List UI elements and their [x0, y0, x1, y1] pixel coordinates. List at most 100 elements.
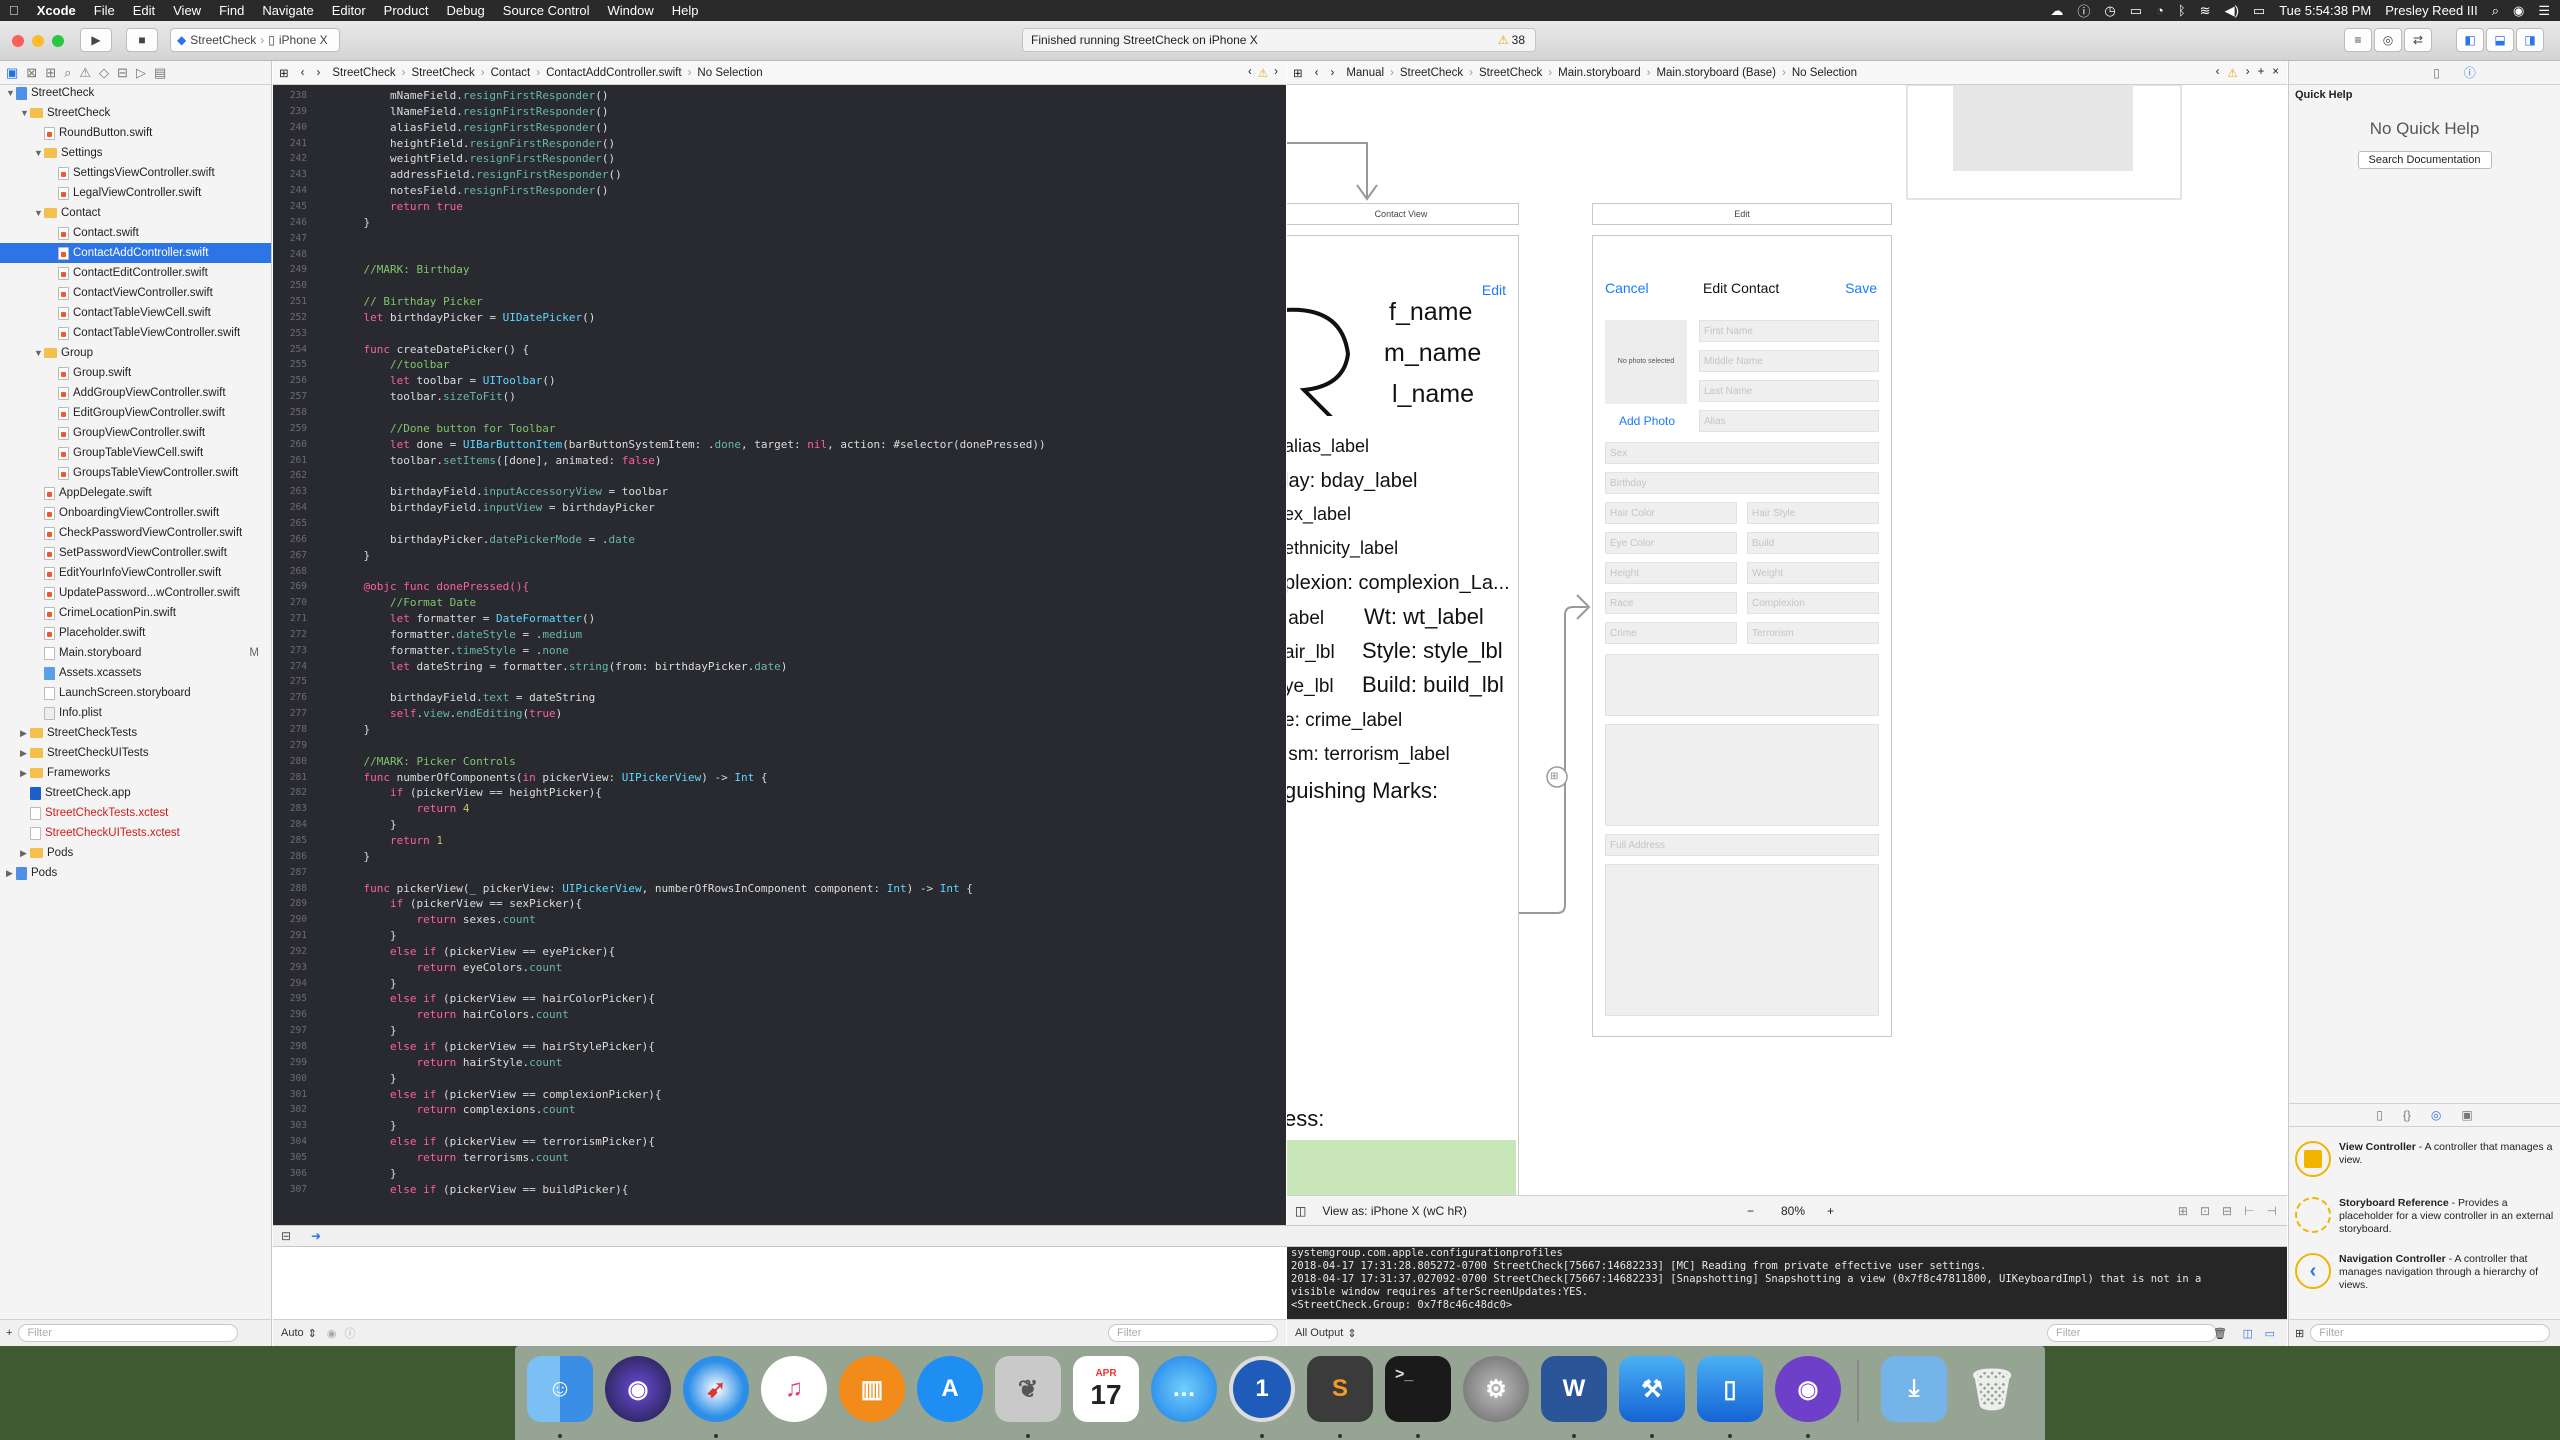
downloads-folder-icon[interactable]: ⤓: [1881, 1356, 1947, 1422]
code-line[interactable]: // Birthday Picker: [337, 295, 482, 308]
close-icon[interactable]: ×: [2272, 66, 2279, 80]
warning-icon[interactable]: ⚠: [1258, 66, 1268, 80]
menu-source-control[interactable]: Source Control: [494, 3, 599, 18]
navigator-file[interactable]: SetPasswordViewController.swift: [0, 543, 271, 563]
simulator-icon[interactable]: ▯: [1697, 1356, 1763, 1422]
align-icon[interactable]: ⊟: [2222, 1204, 2232, 1218]
back-icon[interactable]: ‹: [1309, 67, 1325, 79]
add-photo-button[interactable]: Add Photo: [1619, 414, 1675, 428]
update-frames-icon[interactable]: ⊞: [2178, 1204, 2188, 1218]
siri-icon[interactable]: ◉: [2513, 3, 2524, 19]
version-editor-button[interactable]: ⇄: [2404, 28, 2432, 52]
next-issue-icon[interactable]: ›: [2246, 66, 2250, 80]
navigator-group[interactable]: ▶ Pods: [0, 843, 271, 863]
file-inspector-icon[interactable]: ▯: [2433, 66, 2440, 80]
code-line[interactable]: return eyeColors.count: [337, 961, 562, 974]
info-icon[interactable]: ⓘ: [344, 1325, 355, 1341]
middle-name-field[interactable]: Middle Name: [1699, 350, 1879, 372]
code-line[interactable]: birthdayPicker.datePickerMode = .date: [337, 533, 635, 546]
interface-builder-canvas[interactable]: ⊞ Contact View Edit f_name m_name l_name…: [1287, 85, 2287, 1195]
jump-storyboard-base[interactable]: Main.storyboard (Base): [1650, 67, 1782, 79]
forward-icon[interactable]: ›: [1324, 67, 1340, 79]
app-menu[interactable]: Xcode: [28, 3, 85, 18]
jump-group[interactable]: StreetCheck: [1473, 67, 1548, 79]
navigator-file[interactable]: SettingsViewController.swift: [0, 163, 271, 183]
minimize-window-button[interactable]: [32, 35, 44, 47]
contact-view-scene-title[interactable]: Contact View: [1287, 203, 1519, 225]
navigator-file[interactable]: Main.storyboard M: [0, 643, 271, 663]
source-editor[interactable]: 238 mNameField.resignFirstResponder() 239…: [273, 85, 1286, 1225]
add-editor-icon[interactable]: +: [2258, 66, 2265, 80]
alias-field[interactable]: Alias: [1699, 410, 1879, 432]
navigator-file[interactable]: GroupViewController.swift: [0, 423, 271, 443]
bluetooth-icon[interactable]: ᛒ: [2178, 3, 2186, 18]
sublime-text-icon[interactable]: S: [1307, 1356, 1373, 1422]
wifi-icon[interactable]: ≋: [2200, 3, 2211, 19]
stop-button[interactable]: ■: [126, 28, 158, 52]
assistant-editor-button[interactable]: ◎: [2374, 28, 2402, 52]
split-view-icon[interactable]: ◫: [2243, 1327, 2253, 1340]
navigator-file[interactable]: RoundButton.swift: [0, 123, 271, 143]
terminal-icon[interactable]: >_: [1385, 1356, 1451, 1422]
source-control-icon[interactable]: ⊠: [26, 65, 37, 81]
file-template-icon[interactable]: ▯: [2376, 1108, 2383, 1122]
breakpoints-toggle-icon[interactable]: ➜: [311, 1229, 321, 1243]
disclosure-closed-icon[interactable]: ▶: [20, 748, 30, 759]
github-desktop-icon[interactable]: ◉: [1775, 1356, 1841, 1422]
forward-icon[interactable]: ›: [310, 67, 326, 79]
code-line[interactable]: }: [337, 549, 370, 562]
debug-icon[interactable]: ⊟: [117, 65, 128, 81]
xcode-icon[interactable]: ⚒: [1619, 1356, 1685, 1422]
code-line[interactable]: return hairColors.count: [337, 1008, 568, 1021]
code-line[interactable]: toolbar.sizeToFit(): [337, 390, 516, 403]
jump-project[interactable]: StreetCheck: [326, 67, 401, 79]
run-button[interactable]: ▶: [80, 28, 112, 52]
menu-editor[interactable]: Editor: [323, 3, 375, 18]
code-line[interactable]: mNameField.resignFirstResponder(): [337, 89, 609, 102]
edit-contact-scene[interactable]: Cancel Edit Contact Save No photo select…: [1592, 235, 1892, 1037]
code-line[interactable]: heightField.resignFirstResponder(): [337, 137, 615, 150]
terrorism-field[interactable]: Terrorism: [1747, 622, 1879, 644]
zoom-out-button[interactable]: −: [1747, 1204, 1754, 1218]
navigator-file[interactable]: ContactAddController.swift: [0, 243, 271, 263]
1password-icon[interactable]: 1: [1229, 1356, 1295, 1422]
library-item-navigation-controller[interactable]: ‹ Navigation Controller - A controller t…: [2289, 1245, 2560, 1299]
code-line[interactable]: }: [337, 929, 397, 942]
marks-text-view[interactable]: [1605, 654, 1879, 716]
code-line[interactable]: formatter.dateStyle = .medium: [337, 628, 582, 641]
code-line[interactable]: notesField.resignFirstResponder(): [337, 184, 609, 197]
warnings-badge[interactable]: ⚠ 38: [1498, 33, 1525, 47]
search-documentation-button[interactable]: Search Documentation: [2357, 151, 2492, 169]
jump-manual[interactable]: Manual: [1340, 67, 1390, 79]
document-outline-icon[interactable]: ◫: [1295, 1204, 1306, 1218]
code-line[interactable]: let toolbar = UIToolbar(): [337, 374, 556, 387]
library-item-storyboard-reference[interactable]: Storyboard Reference - Provides a placeh…: [2289, 1189, 2560, 1243]
cancel-bar-button[interactable]: Cancel: [1605, 280, 1649, 296]
code-line[interactable]: return 4: [337, 802, 469, 815]
jump-group[interactable]: StreetCheck: [405, 67, 480, 79]
race-field[interactable]: Race: [1605, 592, 1737, 614]
menu-find[interactable]: Find: [210, 3, 253, 18]
menu-product[interactable]: Product: [375, 3, 438, 18]
time-machine-icon[interactable]: ◷: [2104, 3, 2115, 19]
pin-icon[interactable]: ⊢: [2244, 1204, 2254, 1218]
notification-center-icon[interactable]: ☰: [2538, 3, 2550, 19]
code-line[interactable]: return 1: [337, 834, 443, 847]
navigator-file[interactable]: ContactViewController.swift: [0, 283, 271, 303]
navigator-file[interactable]: OnboardingViewController.swift: [0, 503, 271, 523]
complexion-field[interactable]: Complexion: [1747, 592, 1879, 614]
navigator-file[interactable]: Contact.swift: [0, 223, 271, 243]
code-line[interactable]: }: [337, 723, 370, 736]
library-filter[interactable]: Filter: [2310, 1324, 2551, 1342]
sex-field[interactable]: Sex: [1605, 442, 1879, 464]
disclosure-closed-icon[interactable]: ▶: [20, 728, 30, 739]
code-line[interactable]: return true: [337, 200, 463, 213]
jump-selection[interactable]: No Selection: [1786, 67, 1863, 79]
edit-scene-title[interactable]: Edit: [1592, 203, 1892, 225]
navigator-file[interactable]: LaunchScreen.storyboard: [0, 683, 271, 703]
navigator-group[interactable]: ▼ Settings: [0, 143, 271, 163]
system-preferences-icon[interactable]: ⚙: [1463, 1356, 1529, 1422]
toggle-navigator-button[interactable]: ◧: [2456, 28, 2484, 52]
jump-project[interactable]: StreetCheck: [1394, 67, 1469, 79]
volume-icon[interactable]: ◀): [2225, 3, 2239, 19]
